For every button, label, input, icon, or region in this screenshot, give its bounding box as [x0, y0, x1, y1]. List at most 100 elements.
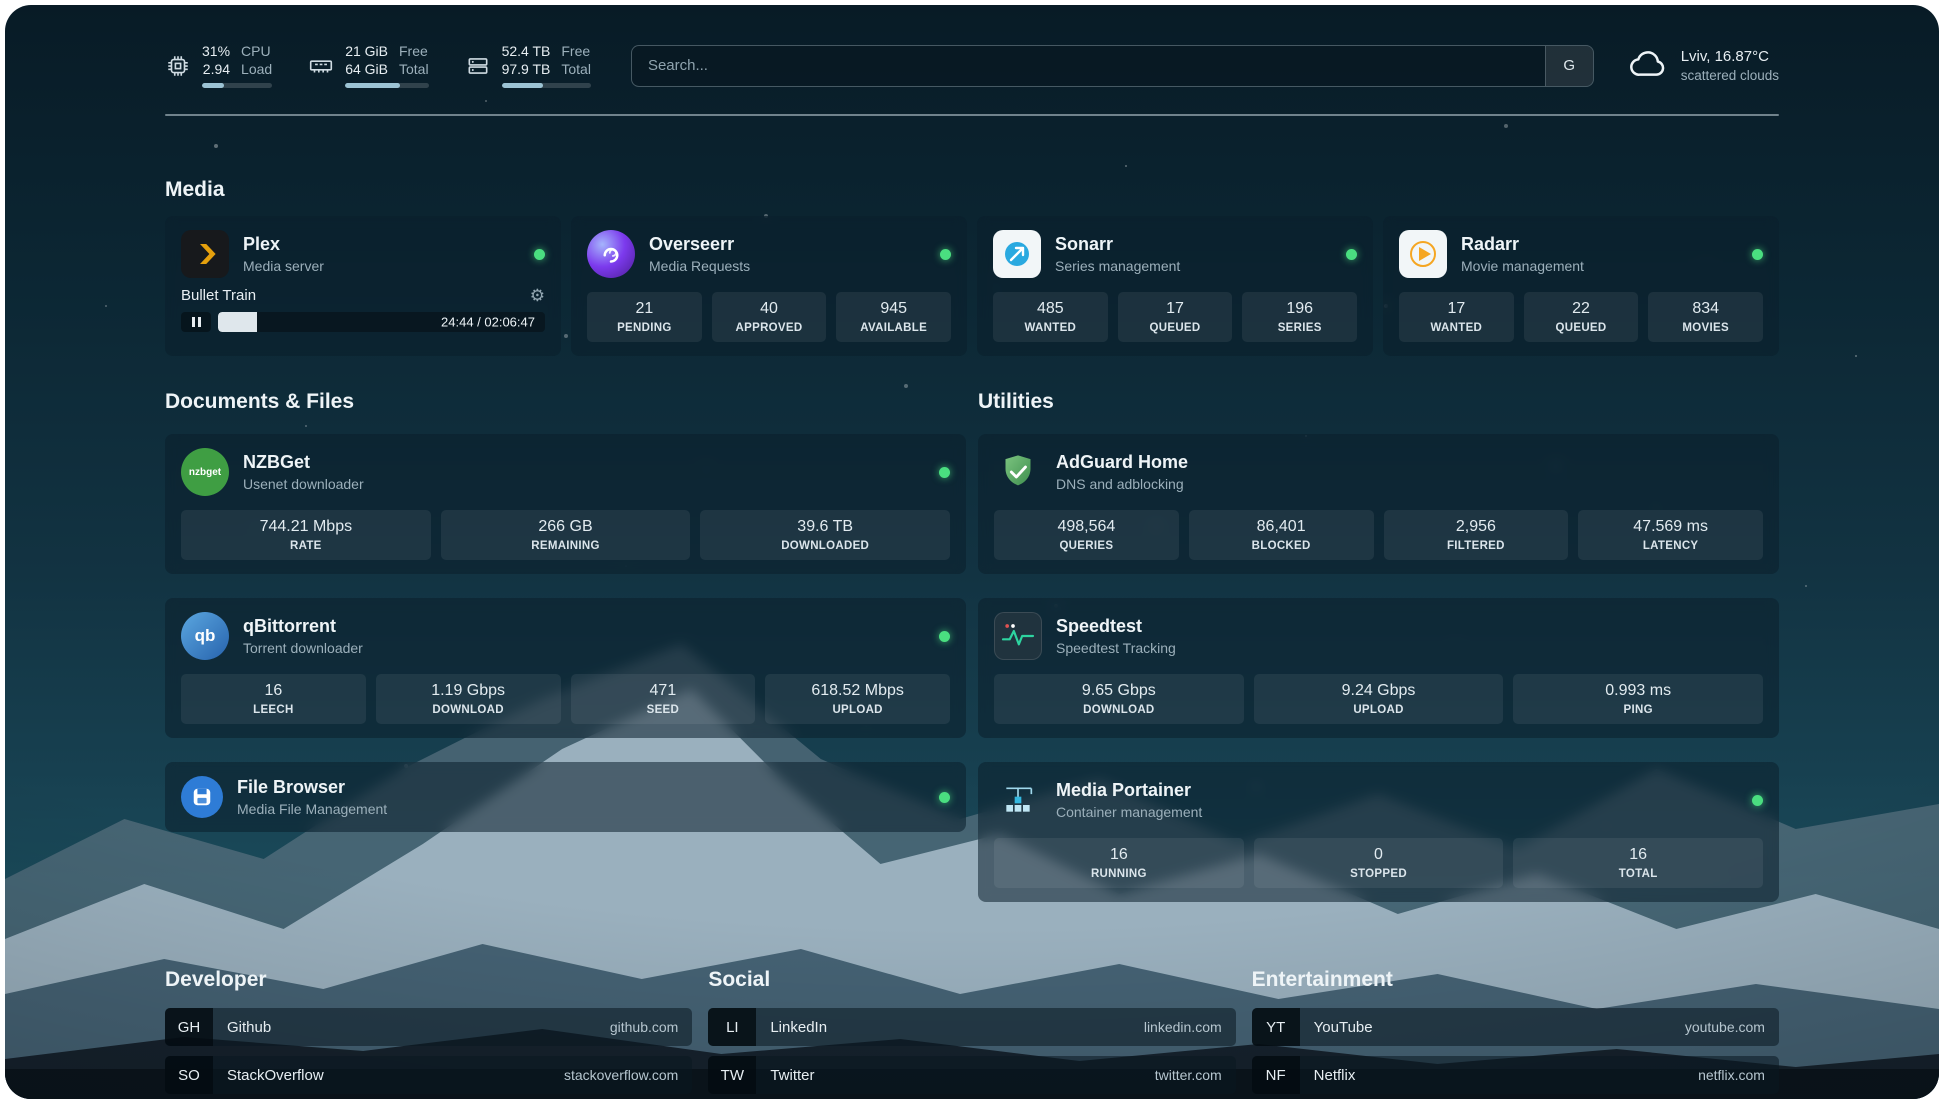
stat-rate: 744.21 Mbps RATE	[181, 510, 431, 560]
bookmark-youtube[interactable]: YT YouTube youtube.com	[1252, 1008, 1779, 1046]
stat-label: DOWNLOAD	[380, 704, 557, 716]
snow-particles	[5, 5, 7, 7]
bookmark-group-social: Social LI LinkedIn linkedin.com TW Twitt…	[708, 968, 1235, 1099]
stat-label: QUEUED	[1528, 322, 1635, 334]
bookmark-abbr: NF	[1252, 1056, 1300, 1094]
service-description: Speedtest Tracking	[1056, 640, 1176, 656]
service-name: Radarr	[1461, 234, 1584, 255]
stat-filtered: 2,956 FILTERED	[1384, 510, 1569, 560]
bookmark-stackoverflow[interactable]: SO StackOverflow stackoverflow.com	[165, 1056, 692, 1094]
stat-approved: 40 APPROVED	[712, 292, 827, 342]
service-card-nzbget[interactable]: nzbget NZBGet Usenet downloader 744.21 M…	[165, 434, 966, 574]
stat-value: 9.65 Gbps	[998, 682, 1240, 700]
bookmark-group-developer: Developer GH Github github.com SO StackO…	[165, 968, 692, 1099]
stat-value: 16	[185, 682, 362, 700]
status-dot	[1752, 795, 1763, 806]
playback-progressbar[interactable]: 24:44 / 02:06:47	[218, 312, 545, 332]
service-card-adguard[interactable]: AdGuard Home DNS and adblocking 498,564 …	[978, 434, 1779, 574]
memory-total-label: Total	[399, 61, 429, 78]
section-title-documents: Documents & Files	[165, 390, 966, 414]
bookmark-name: Netflix	[1314, 1056, 1356, 1094]
service-description: Media File Management	[237, 801, 387, 817]
stat-movies: 834 MOVIES	[1648, 292, 1763, 342]
stat-queries: 498,564 QUERIES	[994, 510, 1179, 560]
status-dot	[939, 467, 950, 478]
stat-value: 266 GB	[445, 518, 687, 536]
stat-value: 40	[716, 300, 823, 318]
qbittorrent-icon-text: qb	[195, 626, 216, 646]
stat-value: 196	[1246, 300, 1353, 318]
stat-label: MOVIES	[1652, 322, 1759, 334]
bookmark-netflix[interactable]: NF Netflix netflix.com	[1252, 1056, 1779, 1094]
stat-value: 39.6 TB	[704, 518, 946, 536]
stat-label: LATENCY	[1582, 540, 1759, 552]
service-name: Speedtest	[1056, 616, 1176, 637]
stat-value: 945	[840, 300, 947, 318]
service-description: Media server	[243, 258, 324, 274]
service-card-overseerr[interactable]: Overseerr Media Requests 21 PENDING 40 A…	[571, 216, 967, 356]
now-playing-title: Bullet Train	[181, 287, 256, 304]
stat-value: 0.993 ms	[1517, 682, 1759, 700]
search-provider-button[interactable]: G	[1545, 46, 1593, 86]
stat-value: 86,401	[1193, 518, 1370, 536]
bookmark-abbr: SO	[165, 1056, 213, 1094]
cpu-progressbar	[202, 83, 272, 88]
service-card-portainer[interactable]: Media Portainer Container management 16 …	[978, 762, 1779, 902]
stat-value: 2,956	[1388, 518, 1565, 536]
service-card-sonarr[interactable]: Sonarr Series management 485 WANTED 17 Q…	[977, 216, 1373, 356]
stat-value: 16	[1517, 846, 1759, 864]
bookmark-twitter[interactable]: TW Twitter twitter.com	[708, 1056, 1235, 1094]
memory-total: 64 GiB	[345, 61, 388, 78]
bookmark-abbr: YT	[1252, 1008, 1300, 1046]
bookmark-url: youtube.com	[1685, 1008, 1765, 1046]
adguard-icon	[994, 448, 1042, 496]
radarr-icon	[1399, 230, 1447, 278]
stat-label: RATE	[185, 540, 427, 552]
stat-total: 16 TOTAL	[1513, 838, 1763, 888]
stat-label: DOWNLOADED	[704, 540, 946, 552]
stat-download: 9.65 Gbps DOWNLOAD	[994, 674, 1244, 724]
cpu-icon	[165, 53, 191, 79]
section-title-media: Media	[165, 178, 1779, 202]
stat-label: LEECH	[185, 704, 362, 716]
stat-value: 485	[997, 300, 1104, 318]
stat-label: QUEUED	[1122, 322, 1229, 334]
service-description: Media Requests	[649, 258, 750, 274]
stat-remaining: 266 GB REMAINING	[441, 510, 691, 560]
header-divider	[165, 114, 1779, 116]
stat-label: STOPPED	[1258, 868, 1500, 880]
bookmark-name: StackOverflow	[227, 1056, 324, 1094]
disk-widget: 52.4 TB Free 97.9 TB Total	[465, 43, 591, 88]
bookmark-name: LinkedIn	[770, 1008, 827, 1046]
service-card-plex[interactable]: Plex Media server Bullet Train ⚙ 24:44	[165, 216, 561, 356]
service-card-filebrowser[interactable]: File Browser Media File Management	[165, 762, 966, 832]
pause-button[interactable]	[181, 312, 211, 332]
bookmarks-section: Developer GH Github github.com SO StackO…	[165, 968, 1779, 1099]
stat-label: SEED	[575, 704, 752, 716]
service-card-speedtest[interactable]: Speedtest Speedtest Tracking 9.65 Gbps D…	[978, 598, 1779, 738]
bookmark-url: linkedin.com	[1144, 1008, 1222, 1046]
service-card-qbittorrent[interactable]: qb qBittorrent Torrent downloader 16	[165, 598, 966, 738]
service-name: AdGuard Home	[1056, 452, 1188, 473]
search-input[interactable]	[632, 46, 1545, 86]
stat-upload: 618.52 Mbps UPLOAD	[765, 674, 950, 724]
stat-label: TOTAL	[1517, 868, 1759, 880]
service-name: Plex	[243, 234, 324, 255]
bookmark-linkedin[interactable]: LI LinkedIn linkedin.com	[708, 1008, 1235, 1046]
stat-available: 945 AVAILABLE	[836, 292, 951, 342]
disk-free-label: Free	[561, 43, 591, 60]
service-description: Usenet downloader	[243, 476, 364, 492]
bookmark-group-entertainment: Entertainment YT YouTube youtube.com NF …	[1252, 968, 1779, 1099]
gear-icon[interactable]: ⚙	[530, 287, 545, 304]
stat-value: 22	[1528, 300, 1635, 318]
cpu-widget: 31% CPU 2.94 Load	[165, 43, 272, 88]
stat-value: 618.52 Mbps	[769, 682, 946, 700]
stat-value: 17	[1122, 300, 1229, 318]
stat-blocked: 86,401 BLOCKED	[1189, 510, 1374, 560]
service-card-radarr[interactable]: Radarr Movie management 17 WANTED 22 QUE…	[1383, 216, 1779, 356]
bookmark-github[interactable]: GH Github github.com	[165, 1008, 692, 1046]
memory-icon	[308, 53, 334, 79]
stat-value: 9.24 Gbps	[1258, 682, 1500, 700]
cpu-percent: 31%	[202, 43, 230, 60]
status-dot	[939, 631, 950, 642]
